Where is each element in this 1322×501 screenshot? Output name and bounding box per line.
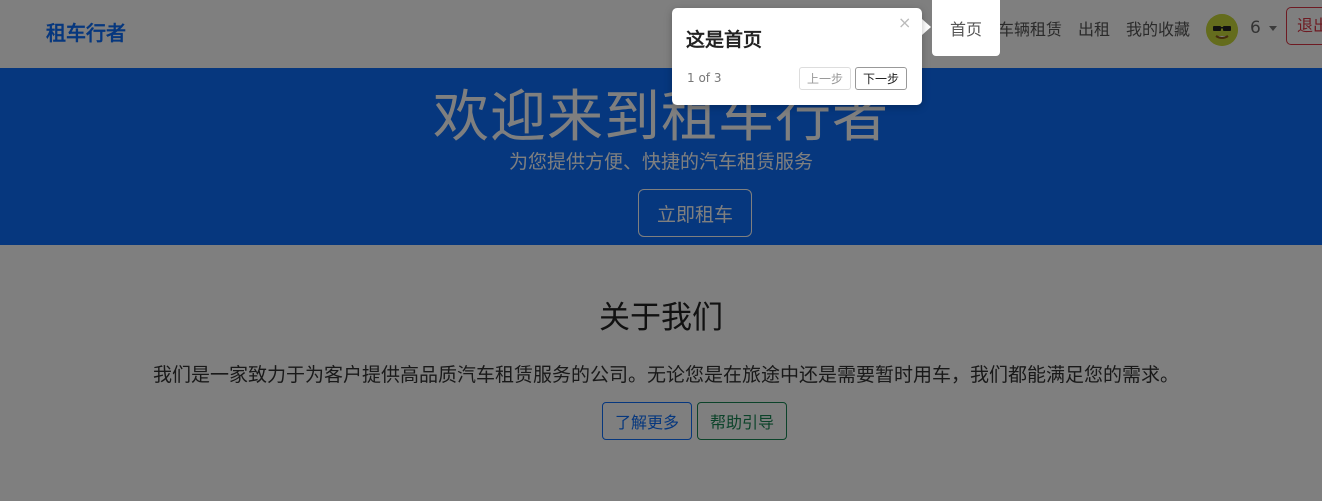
popover-title: 这是首页: [686, 29, 763, 51]
popover-arrow: [922, 19, 931, 35]
nav-item-home[interactable]: 首页: [950, 16, 982, 40]
tour-popover: × 这是首页 1 of 3 上一步 下一步: [672, 8, 922, 105]
tour-backdrop[interactable]: [0, 0, 1322, 501]
prev-step-button[interactable]: 上一步: [799, 67, 851, 90]
next-step-button[interactable]: 下一步: [855, 67, 907, 90]
tour-highlight: 首页: [932, 0, 1000, 56]
tour-progress: 1 of 3: [687, 71, 722, 85]
close-icon[interactable]: ×: [898, 13, 911, 32]
